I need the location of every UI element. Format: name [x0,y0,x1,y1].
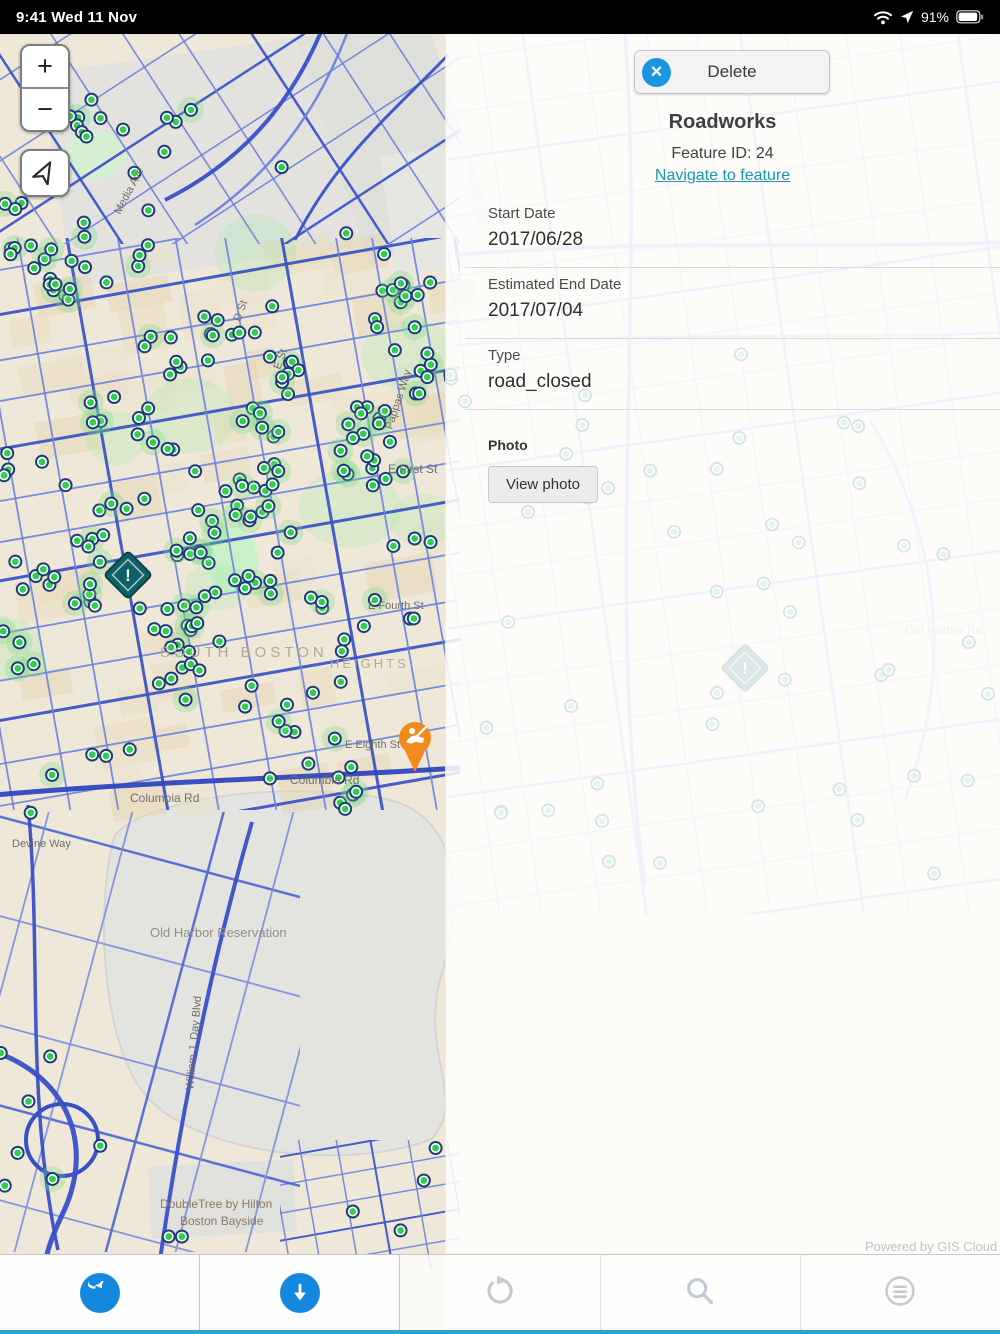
svg-text:E Eighth St: E Eighth St [345,739,400,751]
search-icon [683,1274,717,1311]
navigate-to-feature-link[interactable]: Navigate to feature [655,167,790,184]
svg-text:E First St: E First St [388,462,438,476]
panel-title: Roadworks [668,111,777,133]
status-time: 9:41 Wed 11 Nov [16,8,138,26]
powered-by-attribution: Powered by GIS Cloud [865,1239,998,1254]
svg-text:DoubleTree by Hilton: DoubleTree by Hilton [160,1197,272,1211]
screen: SOUTH BOSTON HEIGHTS Old Harbor Reservatio… [0,0,1000,1334]
bottom-toolbar [0,1254,1000,1330]
feature-id-text: Feature ID: 24 [671,145,774,162]
field-type: Type road_closed [465,339,1000,410]
svg-text:!: ! [125,566,131,585]
search-button[interactable] [600,1255,801,1330]
field-end-date: Estimated End Date 2017/07/04 [465,268,1000,339]
photo-label: Photo [488,437,528,453]
field-value: 2017/07/04 [488,300,584,321]
field-label: Estimated End Date [488,276,622,293]
zoom-controls: + − [20,44,70,132]
locate-button[interactable] [20,149,70,197]
field-label: Start Date [488,205,556,222]
svg-text:E Fourth St: E Fourth St [368,600,424,612]
undo-icon [79,1272,120,1313]
field-start-date: Start Date 2017/06/28 [465,197,1000,268]
svg-text:Columbia Rd: Columbia Rd [290,773,359,787]
refresh-button[interactable] [400,1255,601,1330]
svg-text:Old Harbor Reservation: Old Harbor Reservation [150,925,287,940]
svg-text:Devine Way: Devine Way [12,838,71,850]
status-indicators: 91% [873,9,984,25]
legend-list-icon [883,1274,917,1311]
download-icon [279,1272,320,1313]
close-icon[interactable]: × [642,58,671,87]
navigation-arrow-icon [32,159,58,188]
zoom-in-button[interactable]: + [22,46,68,87]
svg-text:SOUTH BOSTON: SOUTH BOSTON [160,644,328,661]
wifi-icon [873,10,893,25]
status-bar: 9:41 Wed 11 Nov 91% [0,0,1000,34]
bottom-accent-bar [0,1330,1000,1334]
undo-button[interactable] [0,1255,201,1330]
location-arrow-icon [900,10,914,24]
refresh-icon [483,1274,517,1311]
svg-text:Boston Bayside: Boston Bayside [180,1214,264,1228]
svg-text:HEIGHTS: HEIGHTS [330,656,409,671]
field-label: Type [488,347,521,364]
legend-button[interactable] [800,1255,1000,1330]
view-photo-button[interactable]: View photo [488,466,598,503]
zoom-out-button[interactable]: − [22,89,68,130]
field-value: 2017/06/28 [488,229,584,250]
svg-text:Columbia Rd: Columbia Rd [130,791,199,805]
feature-fields: Start Date 2017/06/28 Estimated End Date… [465,197,1000,410]
download-button[interactable] [200,1255,401,1330]
field-value: road_closed [488,371,592,392]
battery-icon [956,10,984,24]
photo-section: Photo View photo [488,437,598,503]
battery-percent: 91% [920,9,949,25]
